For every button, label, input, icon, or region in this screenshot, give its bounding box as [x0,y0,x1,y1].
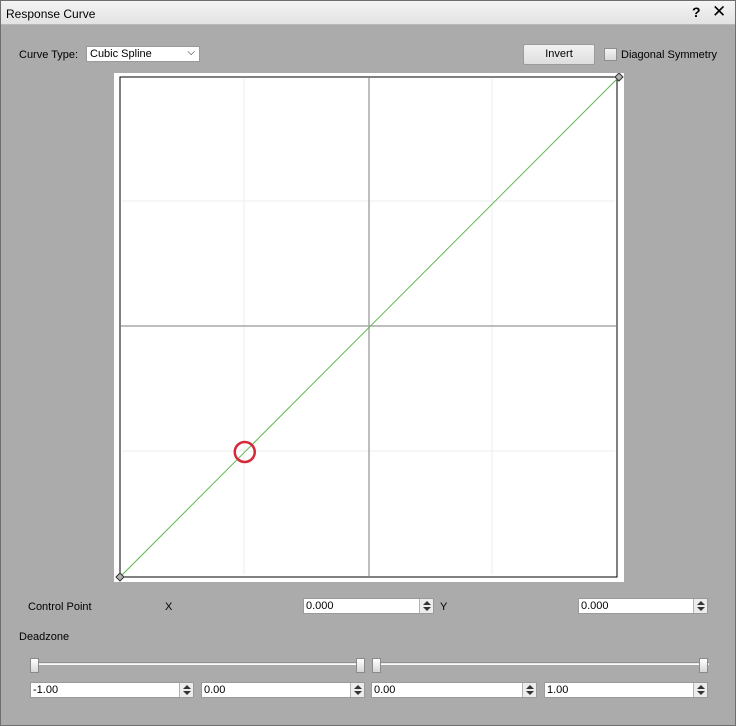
curve-editor[interactable] [114,73,624,582]
curve-type-value: Cubic Spline [90,48,152,60]
curve-type-dropdown[interactable]: Cubic Spline ⌵ [86,46,200,62]
arrow-up-icon[interactable] [183,685,191,689]
spin-arrows[interactable] [522,683,536,697]
help-icon[interactable]: ? [692,4,701,20]
deadzone-negative-min-handle[interactable] [30,658,39,673]
spin-arrows[interactable] [693,683,707,697]
arrow-down-icon[interactable] [423,607,431,611]
deadzone-value-3-input[interactable] [374,683,506,697]
control-point-y-spinbox[interactable] [578,598,708,614]
arrow-down-icon[interactable] [183,691,191,695]
title-bar: Response Curve ? ✕ [1,1,735,25]
deadzone-slider-positive[interactable] [375,662,709,665]
deadzone-positive-min-handle[interactable] [372,658,381,673]
response-curve-window: Response Curve ? ✕ Curve Type: Cubic Spl… [0,0,736,726]
arrow-up-icon[interactable] [526,685,534,689]
deadzone-value-4-input[interactable] [547,683,677,697]
deadzone-value-1-input[interactable] [33,683,163,697]
deadzone-value-3-spinbox[interactable] [371,682,537,698]
control-point-x-spinbox[interactable] [303,598,434,614]
curve-type-label: Curve Type: [19,49,79,61]
deadzone-negative-max-handle[interactable] [356,658,365,673]
window-title: Response Curve [6,7,96,21]
arrow-up-icon[interactable] [697,685,705,689]
deadzone-value-4-spinbox[interactable] [544,682,708,698]
y-label: Y [440,601,448,613]
arrow-up-icon[interactable] [697,601,705,605]
deadzone-positive-max-handle[interactable] [699,658,708,673]
close-icon[interactable]: ✕ [712,3,726,21]
invert-button[interactable]: Invert [523,44,595,65]
deadzone-value-2-spinbox[interactable] [201,682,365,698]
spin-arrows[interactable] [179,683,193,697]
control-point-y-input[interactable] [581,599,684,613]
deadzone-value-2-input[interactable] [204,683,334,697]
spin-arrows[interactable] [350,683,364,697]
deadzone-label: Deadzone [19,631,70,643]
diagonal-symmetry-checkbox[interactable] [604,48,617,61]
arrow-up-icon[interactable] [423,601,431,605]
arrow-up-icon[interactable] [354,685,362,689]
control-point-x-input[interactable] [306,599,410,613]
deadzone-slider-negative[interactable] [34,662,364,665]
control-point-label: Control Point [28,601,92,613]
arrow-down-icon[interactable] [697,691,705,695]
chevron-down-icon: ⌵ [187,47,195,58]
arrow-down-icon[interactable] [697,607,705,611]
arrow-down-icon[interactable] [354,691,362,695]
arrow-down-icon[interactable] [526,691,534,695]
x-label: X [165,601,173,613]
spin-arrows[interactable] [693,599,707,613]
deadzone-value-1-spinbox[interactable] [30,682,194,698]
diagonal-symmetry-label: Diagonal Symmetry [621,49,717,61]
spin-arrows[interactable] [419,599,433,613]
curve-canvas[interactable] [114,73,624,582]
